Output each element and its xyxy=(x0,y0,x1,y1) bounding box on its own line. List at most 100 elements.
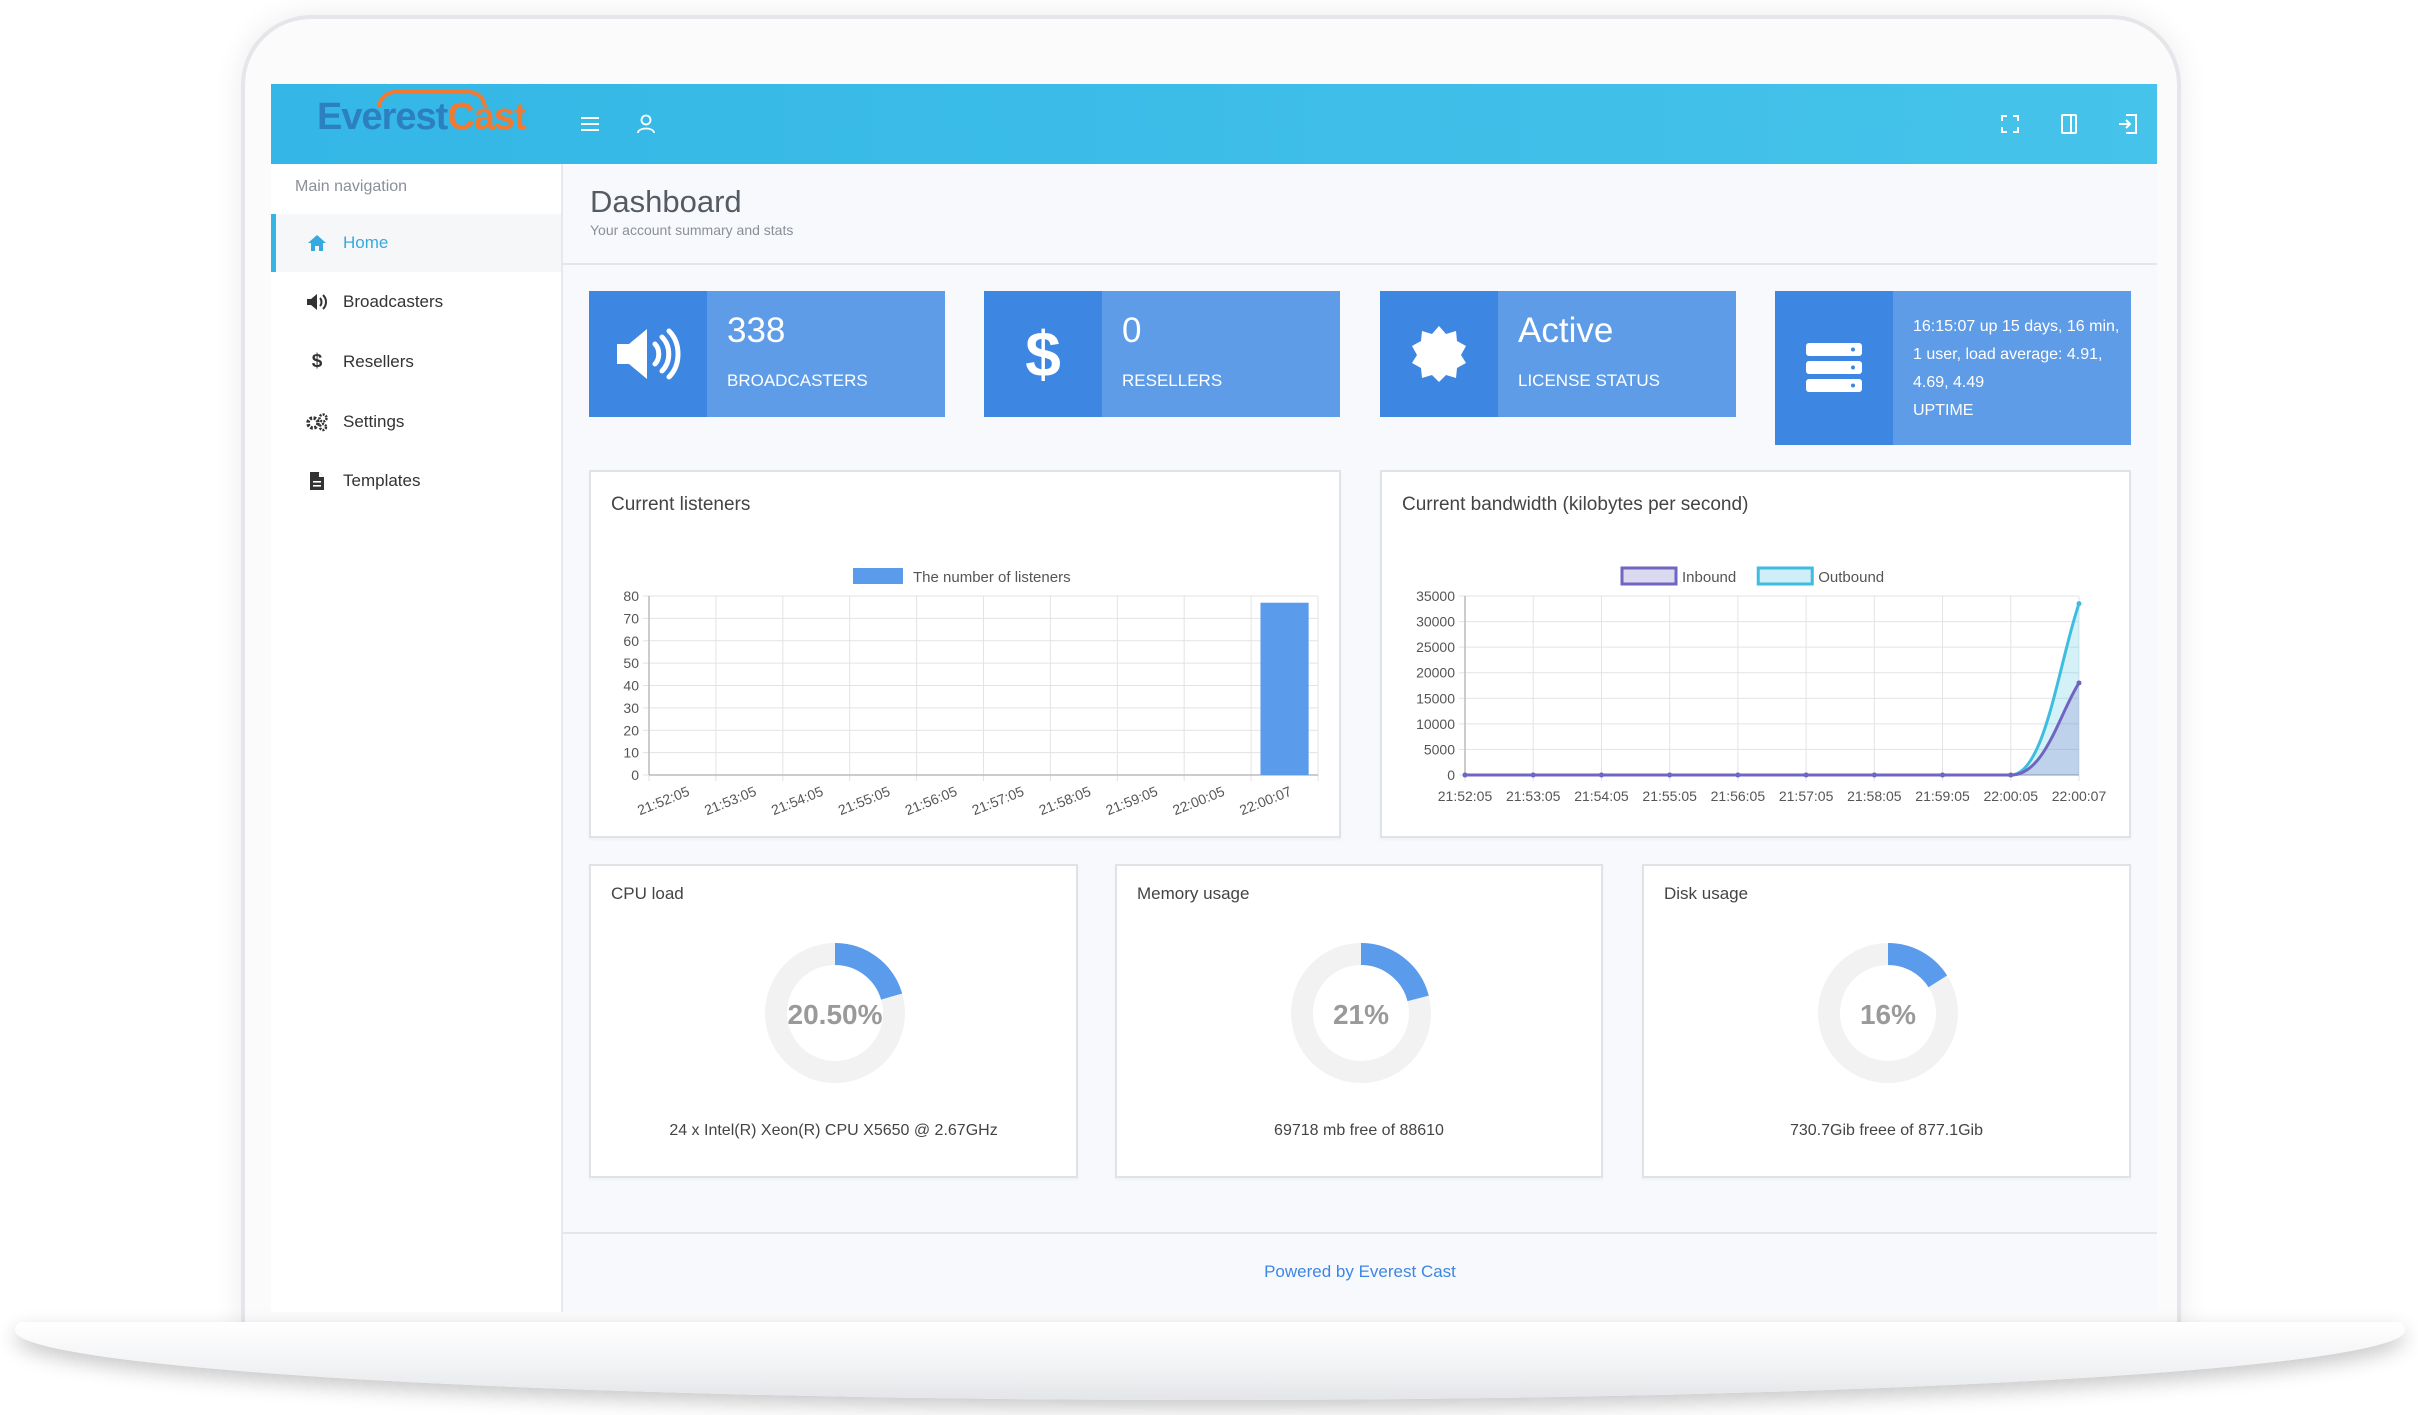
x-tick-label: 22:00:07 xyxy=(1237,783,1294,818)
data-point xyxy=(1462,772,1468,778)
top-bar: EverestCast xyxy=(271,84,2157,164)
footer: Powered by Everest Cast xyxy=(563,1232,2157,1312)
x-tick-label: 21:53:05 xyxy=(702,783,759,818)
y-tick-label: 30000 xyxy=(1416,614,1455,630)
x-tick-label: 21:55:05 xyxy=(1642,788,1697,804)
sidebar-item-templates[interactable]: Templates xyxy=(271,452,561,510)
data-point xyxy=(1667,772,1673,778)
gears-icon xyxy=(305,410,329,434)
legend-swatch xyxy=(853,568,903,584)
x-tick-label: 22:00:05 xyxy=(1170,783,1227,818)
y-tick-label: 20 xyxy=(623,722,639,738)
dollar-icon: $ xyxy=(984,291,1102,417)
hamburger-icon[interactable] xyxy=(576,110,604,138)
stat-tile-broadcasters[interactable]: 338 BROADCASTERS xyxy=(589,291,945,417)
x-tick-label: 21:56:05 xyxy=(903,783,960,818)
memory-panel: Memory usage 21% 69718 mb free of 88610 xyxy=(1115,864,1603,1178)
page-title: Dashboard xyxy=(590,184,742,219)
data-point xyxy=(1940,772,1946,778)
x-tick-label: 21:58:05 xyxy=(1036,783,1093,818)
legend-swatch xyxy=(1756,566,1814,586)
x-tick-label: 21:57:05 xyxy=(970,783,1027,818)
x-tick-label: 21:59:05 xyxy=(1915,788,1970,804)
stat-tile-uptime[interactable]: 16:15:07 up 15 days, 16 min, 1 user, loa… xyxy=(1775,291,2131,445)
sidebar-item-home[interactable]: Home xyxy=(271,214,561,272)
cpu-gauge: 20.50% xyxy=(765,943,905,1083)
legend-label: Outbound xyxy=(1818,569,1884,586)
stat-tile-license[interactable]: Active LICENSE STATUS xyxy=(1380,291,1736,417)
stat-value: Active xyxy=(1518,311,1614,350)
cpu-panel: CPU load 20.50% 24 x Intel(R) Xeon(R) CP… xyxy=(589,864,1078,1178)
x-tick-label: 21:58:05 xyxy=(1847,788,1902,804)
stat-label: RESELLERS xyxy=(1122,371,1223,390)
disk-gauge: 16% xyxy=(1818,943,1958,1083)
data-point xyxy=(1530,772,1536,778)
y-tick-label: 10000 xyxy=(1416,716,1455,732)
stat-value: 0 xyxy=(1122,311,1142,350)
sidebar-title: Main navigation xyxy=(295,178,408,195)
y-tick-label: 60 xyxy=(623,633,639,649)
data-point xyxy=(1735,772,1741,778)
y-tick-label: 5000 xyxy=(1424,741,1455,757)
y-tick-label: 40 xyxy=(623,678,639,694)
x-tick-label: 21:52:05 xyxy=(1438,788,1493,804)
gauge-value: 21% xyxy=(1333,999,1389,1030)
data-point xyxy=(1803,772,1809,778)
stat-label: LICENSE STATUS xyxy=(1518,371,1661,390)
y-tick-label: 0 xyxy=(1447,767,1455,783)
legend-label: The number of listeners xyxy=(913,569,1071,586)
cpu-detail: 24 x Intel(R) Xeon(R) CPU X5650 @ 2.67GH… xyxy=(669,1122,998,1139)
sidebar-item-broadcasters[interactable]: Broadcasters xyxy=(271,273,561,331)
x-tick-label: 21:52:05 xyxy=(635,783,692,818)
y-tick-label: 70 xyxy=(623,610,639,626)
volume-icon xyxy=(589,291,707,417)
sidebar-item-resellers[interactable]: $ Resellers xyxy=(271,333,561,391)
fullscreen-icon[interactable] xyxy=(1996,110,2024,138)
y-tick-label: 35000 xyxy=(1416,588,1455,604)
data-point xyxy=(1598,772,1604,778)
bar xyxy=(1260,602,1309,775)
x-tick-label: 21:53:05 xyxy=(1506,788,1561,804)
logout-icon[interactable] xyxy=(2114,110,2142,138)
y-tick-label: 50 xyxy=(623,655,639,671)
logo[interactable]: EverestCast xyxy=(317,90,527,139)
x-tick-label: 21:59:05 xyxy=(1103,783,1160,818)
legend-swatch xyxy=(1620,566,1678,586)
stat-tile-resellers[interactable]: $ 0 RESELLERS xyxy=(984,291,1340,417)
x-tick-label: 22:00:07 xyxy=(2052,788,2107,804)
sidebar-item-label: Home xyxy=(343,233,389,252)
uptime-text: 16:15:07 up 15 days, 16 min, 1 user, loa… xyxy=(1913,318,2120,391)
data-point xyxy=(2008,772,2014,778)
memory-title: Memory usage xyxy=(1137,884,1250,903)
x-tick-label: 21:56:05 xyxy=(1711,788,1766,804)
sidebar-item-label: Broadcasters xyxy=(343,292,444,311)
gauge-value: 16% xyxy=(1860,999,1916,1030)
user-icon[interactable] xyxy=(632,110,660,138)
disk-panel: Disk usage 16% 730.7Gib freee of 877.1Gi… xyxy=(1642,864,2131,1178)
y-tick-label: 15000 xyxy=(1416,690,1455,706)
x-tick-label: 22:00:05 xyxy=(1984,788,2039,804)
memory-gauge: 21% xyxy=(1291,943,1431,1083)
cpu-title: CPU load xyxy=(611,884,684,903)
y-tick-label: 30 xyxy=(623,700,639,716)
memory-detail: 69718 mb free of 88610 xyxy=(1274,1122,1444,1139)
page-subtitle: Your account summary and stats xyxy=(590,222,794,238)
y-tick-label: 10 xyxy=(623,745,639,761)
y-tick-label: 0 xyxy=(631,767,639,783)
panel-toggle-icon[interactable] xyxy=(2055,110,2083,138)
badge-icon xyxy=(1380,291,1498,417)
dollar-icon: $ xyxy=(311,351,323,372)
app-screen: EverestCast Main navigation Home Broadca… xyxy=(271,84,2157,1312)
x-tick-label: 21:57:05 xyxy=(1779,788,1834,804)
stat-label: BROADCASTERS xyxy=(727,371,868,390)
y-tick-label: 20000 xyxy=(1416,665,1455,681)
home-icon xyxy=(305,231,329,255)
series-line xyxy=(1465,682,2081,777)
data-point xyxy=(2076,680,2082,686)
y-tick-label: 25000 xyxy=(1416,639,1455,655)
footer-link[interactable]: Powered by Everest Cast xyxy=(563,1262,2157,1282)
disk-title: Disk usage xyxy=(1664,884,1749,903)
file-icon xyxy=(305,469,329,493)
sidebar-item-settings[interactable]: Settings xyxy=(271,393,561,451)
sidebar-item-label: Resellers xyxy=(343,352,414,371)
